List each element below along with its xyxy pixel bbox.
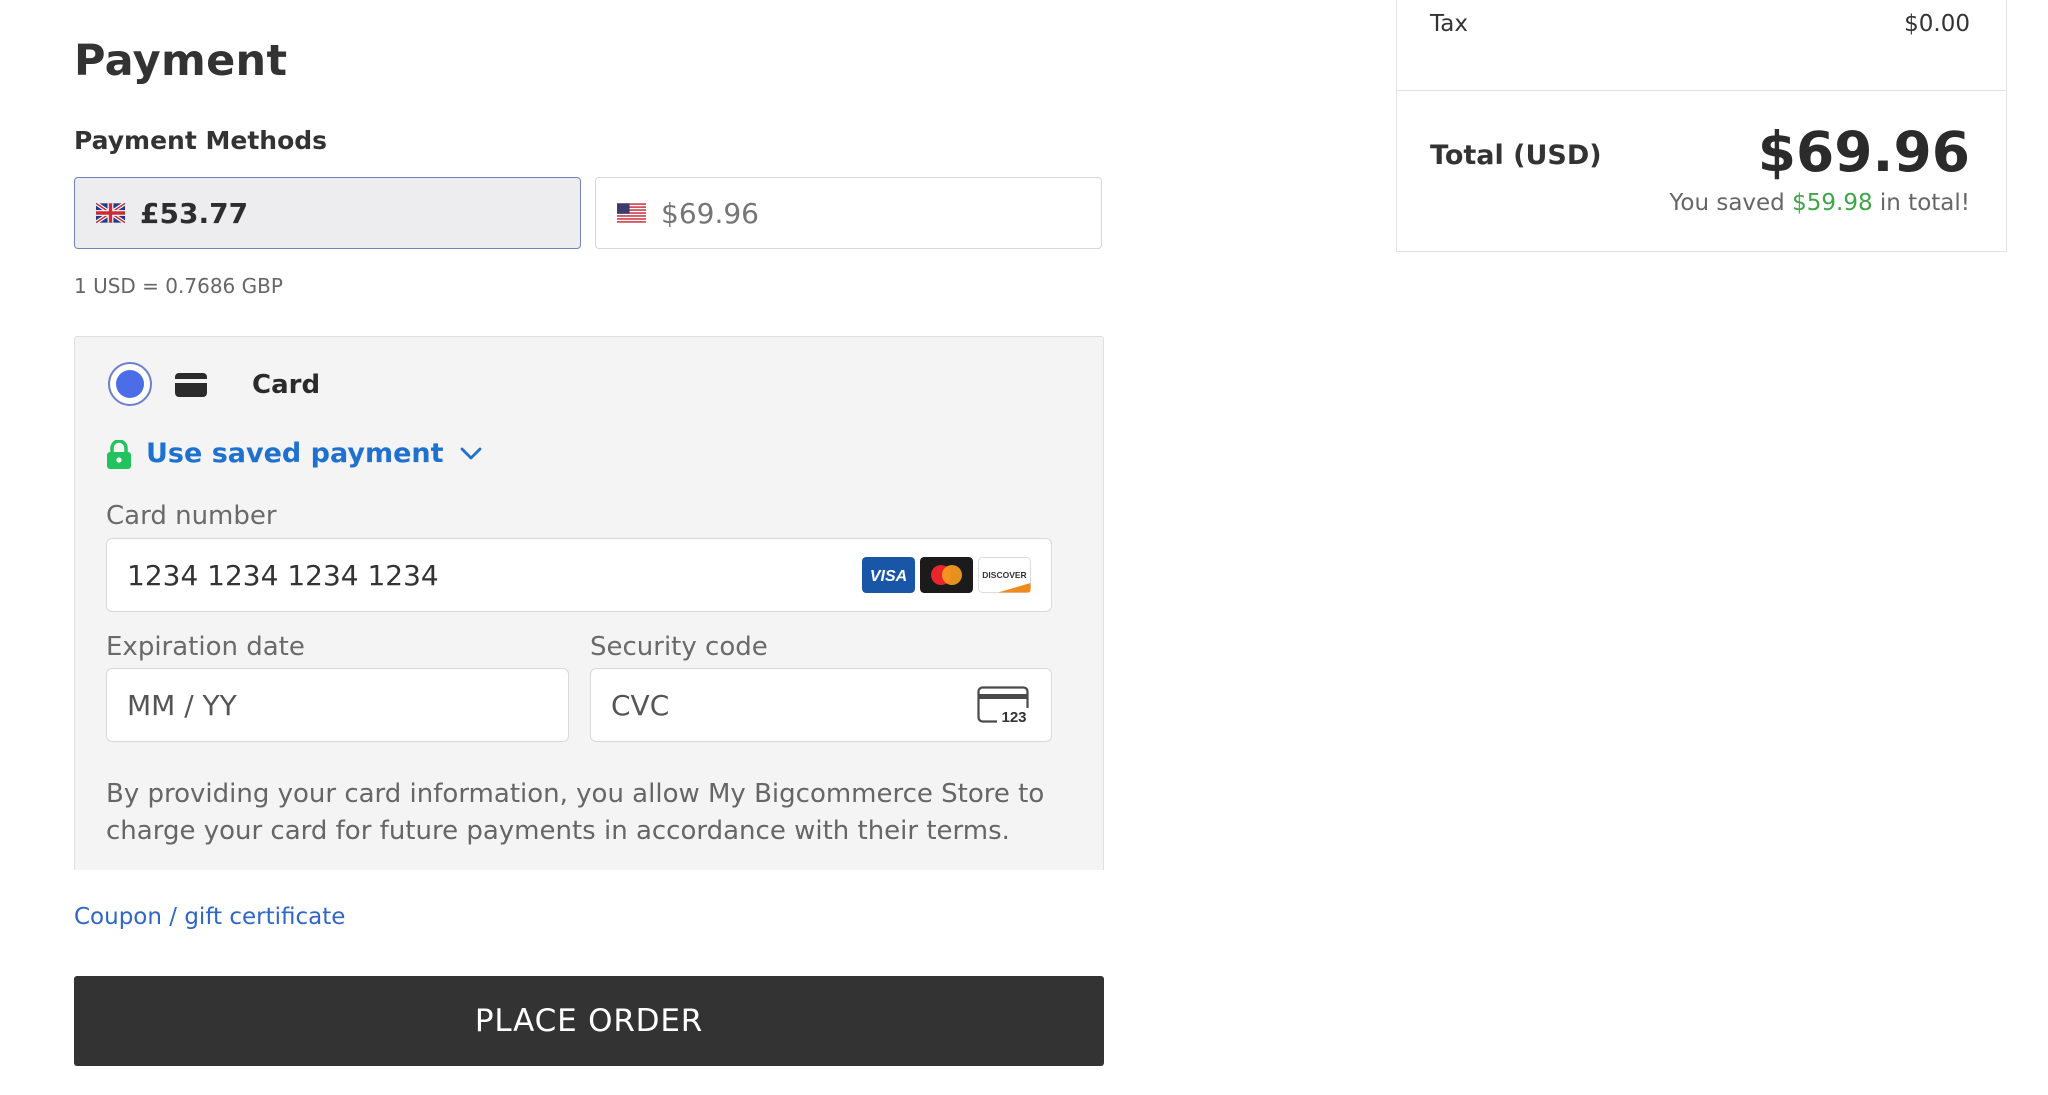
mastercard-icon (920, 557, 973, 593)
saved-payment-label: Use saved payment (146, 438, 444, 469)
savings-prefix: You saved (1669, 190, 1785, 216)
tax-label: Tax (1430, 11, 1468, 37)
total-label: Total (USD) (1430, 140, 1602, 171)
card-number-label: Card number (106, 501, 277, 531)
radio-selected-dot (116, 370, 144, 398)
security-code-label: Security code (590, 632, 768, 662)
card-terms-text: By providing your card information, you … (106, 779, 1045, 846)
discover-icon: DISCOVER (978, 557, 1031, 593)
expiration-placeholder: MM / YY (127, 688, 237, 722)
card-number-placeholder: 1234 1234 1234 1234 (127, 558, 439, 592)
currency-option-usd[interactable]: $69.96 (595, 177, 1102, 249)
use-saved-payment-toggle[interactable]: Use saved payment (146, 438, 482, 469)
security-code-input[interactable]: CVC 123 (590, 668, 1052, 742)
total-value: $69.96 (1757, 120, 1970, 184)
place-order-button[interactable]: PLACE ORDER (74, 976, 1104, 1066)
us-flag-icon (617, 203, 646, 223)
cvc-placeholder: CVC (611, 688, 670, 722)
tax-value: $0.00 (1904, 11, 1970, 37)
summary-divider (1396, 90, 2007, 91)
savings-message: You saved $59.98 in total! (1560, 190, 1970, 216)
coupon-gift-certificate-link[interactable]: Coupon / gift certificate (74, 904, 345, 930)
page-title: Payment (74, 36, 288, 86)
card-brands: VISA DISCOVER (862, 557, 1031, 593)
discover-text: DISCOVER (982, 570, 1026, 580)
expiration-date-input[interactable]: MM / YY (106, 668, 569, 742)
credit-card-icon (175, 373, 207, 397)
savings-amount: $59.98 (1792, 190, 1873, 216)
card-radio-button[interactable] (108, 362, 152, 406)
exchange-rate: 1 USD = 0.7686 GBP (74, 274, 283, 298)
payment-methods-label: Payment Methods (74, 126, 328, 155)
currency-amount-usd: $69.96 (661, 196, 759, 230)
savings-suffix: in total! (1879, 190, 1970, 216)
currency-option-gbp[interactable]: £53.77 (74, 177, 581, 249)
visa-text: VISA (870, 568, 907, 585)
chevron-down-icon (460, 447, 481, 459)
card-number-input[interactable]: 1234 1234 1234 1234 VISA DISCOVER (106, 538, 1052, 612)
currency-amount-gbp: £53.77 (140, 196, 249, 230)
cvc-card-icon: 123 (977, 686, 1031, 726)
visa-icon: VISA (862, 557, 915, 593)
expiration-date-label: Expiration date (106, 632, 305, 662)
uk-flag-icon (96, 203, 125, 223)
lock-icon (107, 440, 131, 469)
card-method-label: Card (252, 370, 321, 400)
cvc-icon-text: 123 (1001, 709, 1026, 726)
